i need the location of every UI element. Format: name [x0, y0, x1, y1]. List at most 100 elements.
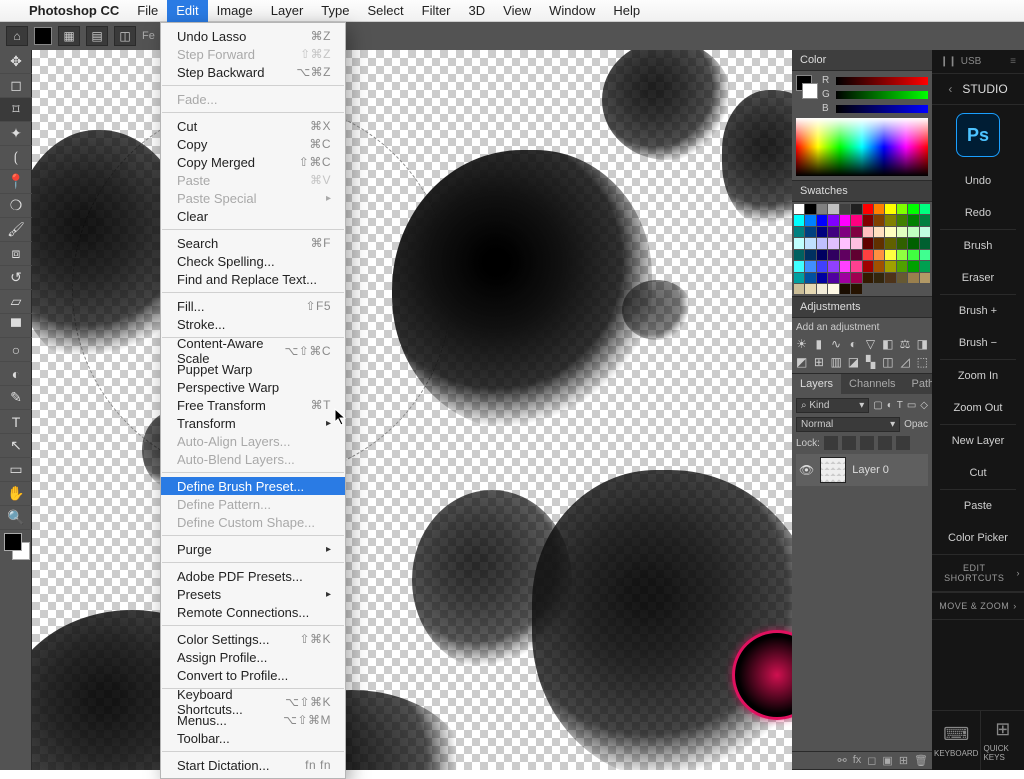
layer-name[interactable]: Layer 0 [852, 464, 889, 476]
tool-color-swatches[interactable] [0, 530, 31, 570]
swatch[interactable] [840, 261, 850, 271]
swatch[interactable] [897, 250, 907, 260]
swatch[interactable] [840, 227, 850, 237]
shortcut-cut[interactable]: Cut [932, 457, 1024, 489]
swatch[interactable] [863, 273, 873, 283]
tool-hand[interactable]: ✋ [0, 482, 32, 506]
swatch[interactable] [863, 261, 873, 271]
filter-shape-icon[interactable]: ▭ [907, 400, 916, 411]
move-zoom-header[interactable]: MOVE & ZOOM› [932, 592, 1024, 620]
swatch[interactable] [863, 250, 873, 260]
swatch[interactable] [828, 261, 838, 271]
swatch[interactable] [885, 227, 895, 237]
tool-path[interactable]: ↖ [0, 434, 32, 458]
menu-item-adobe-pdf-presets[interactable]: Adobe PDF Presets... [161, 567, 345, 585]
swatch[interactable] [863, 215, 873, 225]
menu-item-undo-lasso[interactable]: Undo Lasso⌘Z [161, 27, 345, 45]
colorbalance-icon[interactable]: ⚖ [899, 337, 910, 351]
menu-item-content-aware-scale[interactable]: Content-Aware Scale⌥⇧⌘C [161, 342, 345, 360]
astropad-studio-header[interactable]: STUDIO [932, 74, 1024, 105]
tool-crop[interactable]: ⟮ [0, 146, 32, 170]
shortcut-redo[interactable]: Redo [932, 197, 1024, 229]
bw-icon[interactable]: ◨ [917, 337, 928, 351]
exposure-icon[interactable]: ◐ [848, 337, 859, 351]
layer-fx-icon[interactable]: fx [853, 754, 862, 767]
levels-icon[interactable]: ▮ [813, 337, 824, 351]
menu-item-purge[interactable]: Purge [161, 540, 345, 558]
swatch[interactable] [908, 215, 918, 225]
swatch[interactable] [897, 238, 907, 248]
swatch[interactable] [851, 284, 861, 294]
shortcut-brush-[interactable]: Brush − [932, 327, 1024, 359]
swatch[interactable] [920, 215, 930, 225]
filter-adjust-icon[interactable]: ◐ [887, 400, 893, 411]
shortcut-zoom-out[interactable]: Zoom Out [932, 392, 1024, 424]
swatch[interactable] [851, 273, 861, 283]
color-panel-title[interactable]: Color [792, 50, 932, 71]
swatch[interactable] [908, 250, 918, 260]
swatch[interactable] [920, 227, 930, 237]
vibrance-icon[interactable]: ▽ [865, 337, 876, 351]
shortcut-color-picker[interactable]: Color Picker [932, 522, 1024, 554]
menu-item-stroke[interactable]: Stroke... [161, 315, 345, 333]
color-bg-swatch[interactable] [802, 83, 818, 99]
curves-icon[interactable]: ∿ [830, 337, 841, 351]
color-spectrum[interactable] [796, 118, 928, 176]
swatch[interactable] [840, 284, 850, 294]
swatch[interactable] [897, 204, 907, 214]
menu-view[interactable]: View [494, 0, 540, 22]
menu-file[interactable]: File [128, 0, 167, 22]
menu-item-cut[interactable]: Cut⌘X [161, 117, 345, 135]
menu-item-perspective-warp[interactable]: Perspective Warp [161, 378, 345, 396]
swatch[interactable] [851, 250, 861, 260]
swatch[interactable] [863, 204, 873, 214]
swatch[interactable] [851, 238, 861, 248]
swatch[interactable] [885, 215, 895, 225]
swatch[interactable] [897, 273, 907, 283]
menu-item-convert-to-profile[interactable]: Convert to Profile... [161, 666, 345, 684]
swatch[interactable] [874, 273, 884, 283]
threshold-icon[interactable]: ◫ [882, 355, 893, 369]
lock-all-icon[interactable] [896, 436, 910, 450]
menu-select[interactable]: Select [358, 0, 412, 22]
lock-artboard-icon[interactable] [878, 436, 892, 450]
swatch[interactable] [840, 238, 850, 248]
swatch[interactable] [863, 227, 873, 237]
swatch[interactable] [794, 273, 804, 283]
tool-patch[interactable]: ❍ [0, 194, 32, 218]
tool-rect[interactable]: ▭ [0, 458, 32, 482]
photo-filter-icon[interactable]: ◩ [796, 355, 807, 369]
menu-item-remote-connections[interactable]: Remote Connections... [161, 603, 345, 621]
swatch[interactable] [885, 261, 895, 271]
menu-item-transform[interactable]: Transform [161, 414, 345, 432]
swatch[interactable] [794, 215, 804, 225]
shortcut-brush-[interactable]: Brush + [932, 295, 1024, 327]
layer-thumbnail[interactable] [820, 457, 846, 483]
swatch[interactable] [840, 204, 850, 214]
swatch[interactable] [794, 238, 804, 248]
keyboard-button[interactable]: ⌨KEYBOARD [932, 711, 980, 770]
swatch[interactable] [805, 250, 815, 260]
menu-window[interactable]: Window [540, 0, 604, 22]
lock-position-icon[interactable] [860, 436, 874, 450]
filter-smart-icon[interactable]: ◇ [920, 400, 928, 411]
posterize-icon[interactable]: ▚ [865, 355, 876, 369]
shortcut-undo[interactable]: Undo [932, 165, 1024, 197]
menu-item-search[interactable]: Search⌘F [161, 234, 345, 252]
swatch[interactable] [885, 250, 895, 260]
shortcut-paste[interactable]: Paste [932, 490, 1024, 522]
swatch[interactable] [874, 227, 884, 237]
r-slider[interactable] [836, 77, 928, 85]
swatch[interactable] [874, 238, 884, 248]
link-layers-icon[interactable]: ⚯ [837, 754, 846, 767]
menu-item-presets[interactable]: Presets [161, 585, 345, 603]
new-group-icon[interactable]: ▣ [882, 754, 892, 767]
menu-help[interactable]: Help [604, 0, 649, 22]
invert-icon[interactable]: ◪ [848, 355, 859, 369]
new-layer-icon[interactable]: ⊞ [899, 754, 908, 767]
tool-blur[interactable]: ○ [0, 338, 32, 362]
menu-item-copy-merged[interactable]: Copy Merged⇧⌘C [161, 153, 345, 171]
tab-layers[interactable]: Layers [792, 374, 841, 394]
menu-item-copy[interactable]: Copy⌘C [161, 135, 345, 153]
swatch[interactable] [828, 284, 838, 294]
